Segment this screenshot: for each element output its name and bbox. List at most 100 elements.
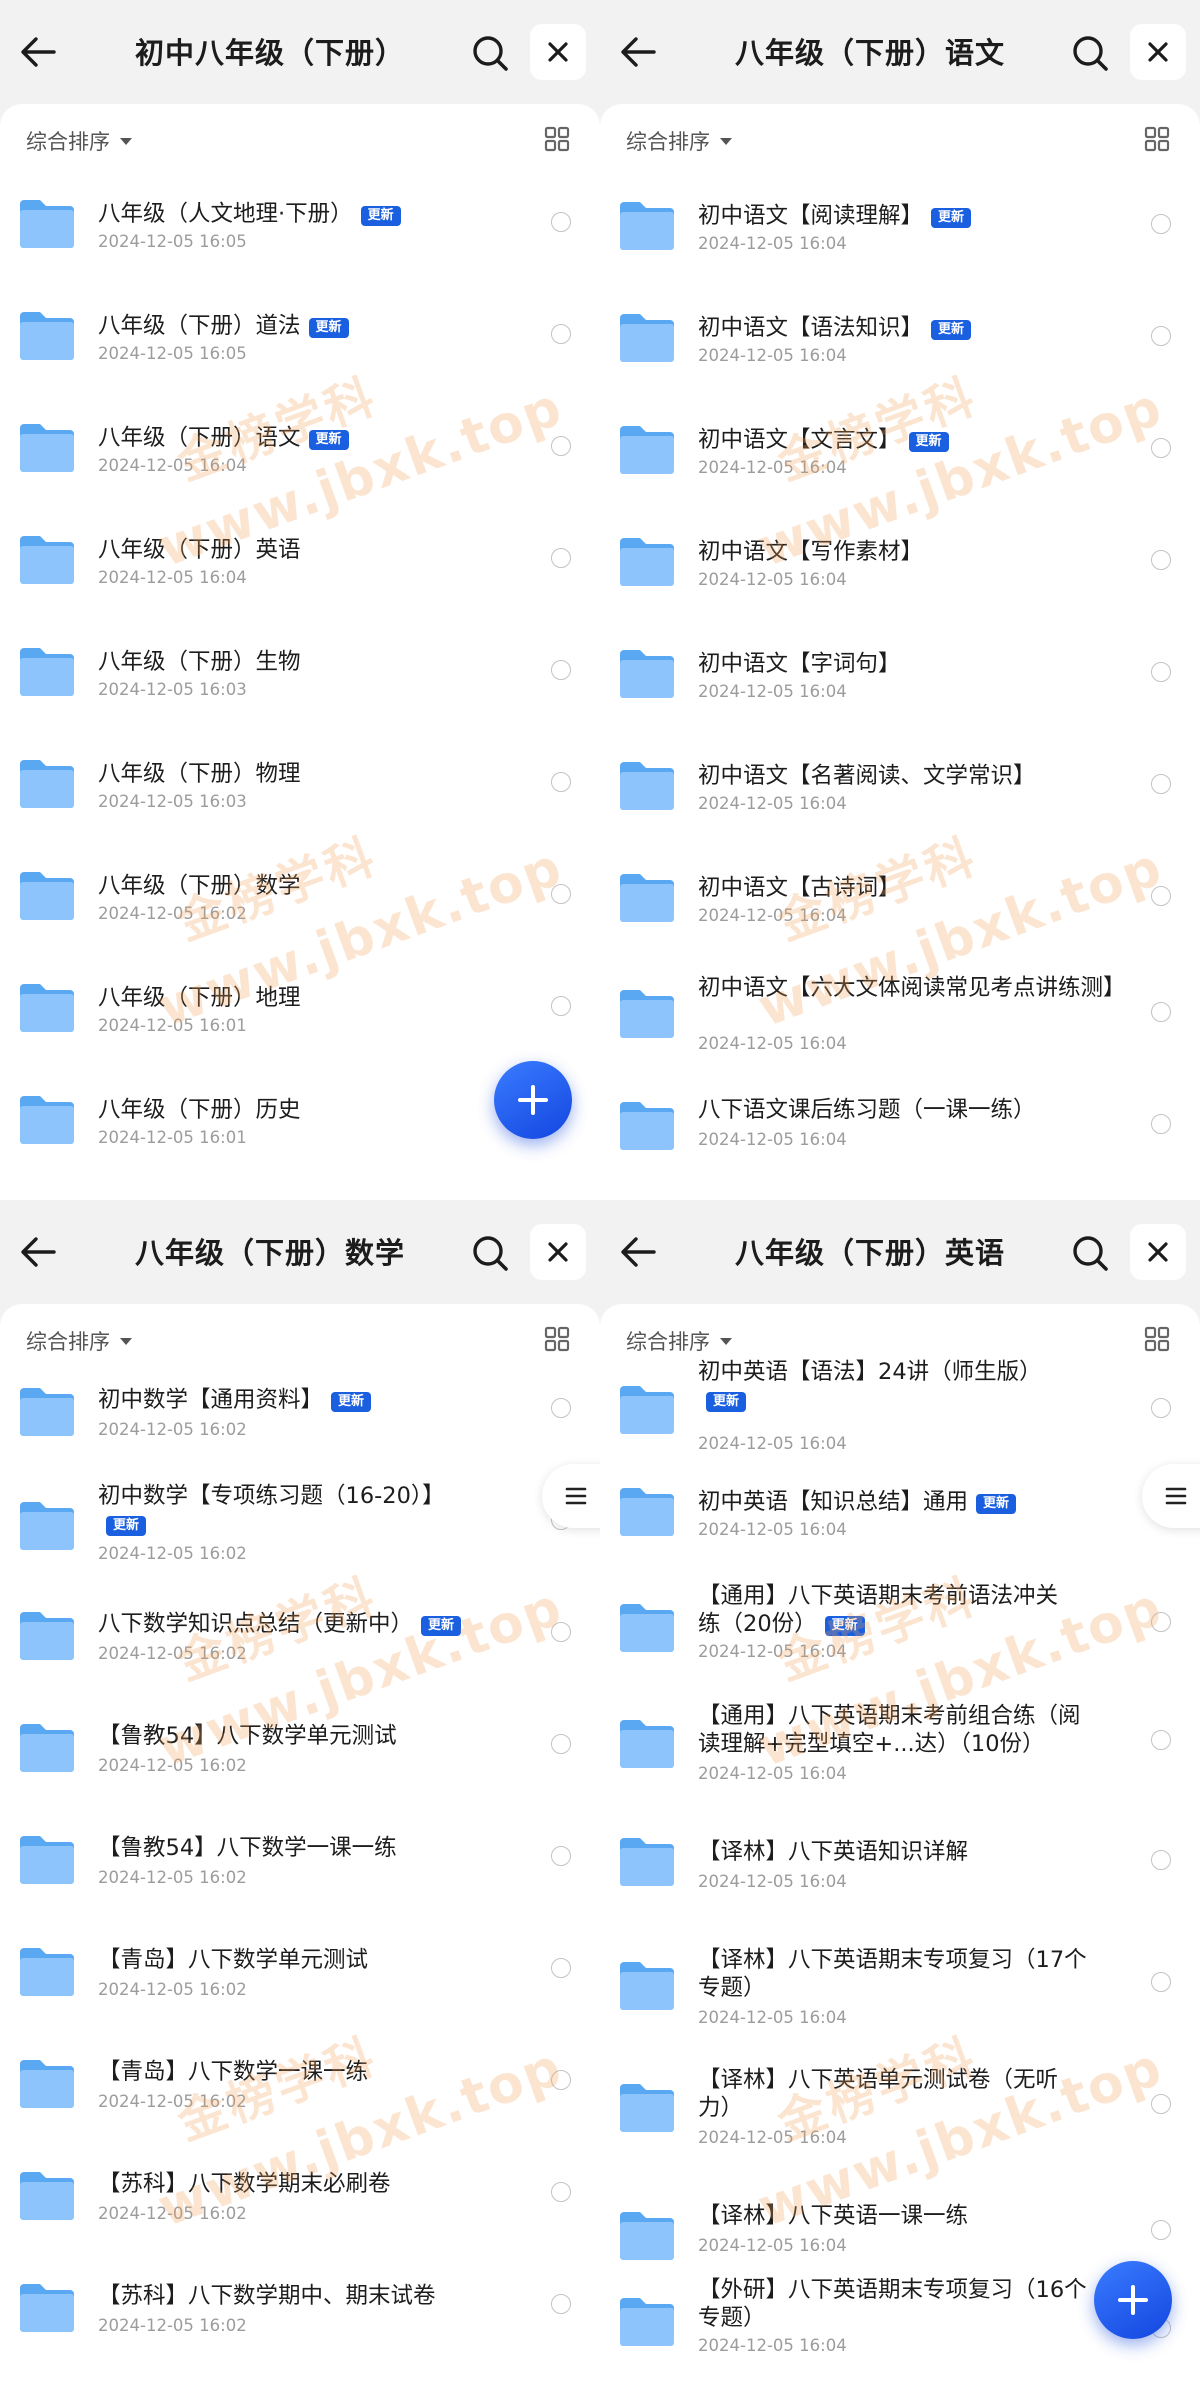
list-item[interactable]: 【译林】八下英语期末专项复习（17个专题） 2024-12-05 16:04 (600, 1908, 1200, 2027)
sort-dropdown[interactable]: 综合排序 (626, 126, 710, 156)
item-name: 八年级（下册）地理 (98, 984, 538, 1012)
list-item[interactable]: 【译林】八下英语单元测试卷（无听力） 2024-12-05 16:04 (600, 2020, 1200, 2147)
select-radio[interactable] (551, 212, 571, 232)
list-item[interactable]: 【通用】八下英语期末考前组合练（阅读理解+完型填空+...达）（10份） 202… (600, 1684, 1200, 1796)
list-item[interactable]: 初中语文【阅读理解】 更新 2024-12-05 16:04 (600, 180, 1200, 292)
select-radio[interactable] (551, 324, 571, 344)
list-item[interactable]: 【苏科】八下数学期末必刷卷 2024-12-05 16:02 (0, 2140, 600, 2252)
list-item[interactable]: 【译林】八下英语知识详解 2024-12-05 16:04 (600, 1796, 1200, 1908)
back-arrow-icon[interactable] (18, 1234, 58, 1270)
select-radio[interactable] (1151, 886, 1171, 906)
select-radio[interactable] (1151, 1398, 1171, 1418)
select-radio[interactable] (551, 2182, 571, 2202)
list-item[interactable]: 八下语文课后练习题（一课一练） 2024-12-05 16:04 (600, 1076, 1200, 1188)
list-item[interactable]: 八年级（人文地理·下册） 更新 2024-12-05 16:05 (0, 180, 600, 292)
list-item[interactable]: 【青岛】八下数学一课一练 2024-12-05 16:02 (0, 2028, 600, 2140)
list-item[interactable]: 八年级（下册）物理 2024-12-05 16:03 (0, 740, 600, 852)
add-button[interactable] (1094, 2261, 1172, 2339)
select-radio[interactable] (551, 1734, 571, 1754)
select-radio[interactable] (1151, 1114, 1171, 1134)
caret-down-icon[interactable] (720, 138, 732, 145)
back-arrow-icon[interactable] (618, 34, 658, 70)
item-date: 2024-12-05 16:02 (98, 2316, 247, 2335)
list-item[interactable]: 八下数学知识点总结（更新中） 更新 2024-12-05 16:02 (0, 1580, 600, 1692)
list-item[interactable]: 初中语文【语法知识】 更新 2024-12-05 16:04 (600, 292, 1200, 404)
select-radio[interactable] (551, 436, 571, 456)
list-item[interactable]: 初中语文【文言文】 更新 2024-12-05 16:04 (600, 404, 1200, 516)
select-radio[interactable] (551, 660, 571, 680)
list-item[interactable]: 【苏科】八下数学期中、期末试卷 2024-12-05 16:02 (0, 2252, 600, 2364)
grid-view-icon[interactable] (544, 126, 570, 152)
list-item[interactable]: 初中语文【古诗词】 2024-12-05 16:04 (600, 852, 1200, 964)
close-button[interactable] (530, 24, 586, 80)
list-item[interactable]: 初中语文【写作素材】 2024-12-05 16:04 (600, 516, 1200, 628)
item-name-text: 八年级（下册）英语 (98, 537, 301, 563)
list-item[interactable]: 八年级（下册）生物 2024-12-05 16:03 (0, 628, 600, 740)
list-item[interactable]: 初中英语【知识总结】通用 更新 2024-12-05 16:04 (600, 1460, 1200, 1572)
select-radio[interactable] (551, 2070, 571, 2090)
side-menu-handle[interactable] (542, 1464, 600, 1528)
close-button[interactable] (1130, 24, 1186, 80)
select-radio[interactable] (1151, 1612, 1171, 1632)
list-item[interactable]: 八年级（下册）数学 2024-12-05 16:02 (0, 852, 600, 964)
grid-view-icon[interactable] (544, 1326, 570, 1352)
select-radio[interactable] (551, 2294, 571, 2314)
select-radio[interactable] (551, 1622, 571, 1642)
select-radio[interactable] (551, 1958, 571, 1978)
select-radio[interactable] (1151, 2094, 1171, 2114)
select-radio[interactable] (1151, 1850, 1171, 1870)
list-item[interactable]: 初中数学【通用资料】 更新 2024-12-05 16:02 (0, 1356, 600, 1468)
search-icon[interactable] (470, 33, 510, 73)
close-button[interactable] (530, 1224, 586, 1280)
select-radio[interactable] (1151, 1730, 1171, 1750)
list-item[interactable]: 【译林】八下英语一课一练 2024-12-05 16:04 (600, 2132, 1200, 2260)
search-icon[interactable] (470, 1233, 510, 1273)
back-arrow-icon[interactable] (618, 1234, 658, 1270)
side-menu-handle[interactable] (1142, 1464, 1200, 1528)
grid-view-icon[interactable] (1144, 126, 1170, 152)
list-item[interactable]: 初中语文【字词句】 2024-12-05 16:04 (600, 628, 1200, 740)
select-radio[interactable] (1151, 2220, 1171, 2240)
list-item[interactable]: 【鲁教54】八下数学单元测试 2024-12-05 16:02 (0, 1692, 600, 1804)
select-radio[interactable] (551, 884, 571, 904)
select-radio[interactable] (1151, 214, 1171, 234)
folder-icon (620, 2298, 674, 2346)
caret-down-icon[interactable] (120, 138, 132, 145)
item-name: 初中数学【通用资料】 更新 (98, 1386, 538, 1414)
select-radio[interactable] (551, 1846, 571, 1866)
sort-dropdown[interactable]: 综合排序 (26, 126, 110, 156)
list-item[interactable]: 【青岛】八下数学单元测试 2024-12-05 16:02 (0, 1916, 600, 2028)
select-radio[interactable] (551, 548, 571, 568)
search-icon[interactable] (1070, 1233, 1110, 1273)
select-radio[interactable] (551, 1398, 571, 1418)
select-radio[interactable] (1151, 1972, 1171, 1992)
list-item[interactable]: 初中数学【专项练习题（16-20）】更新 2024-12-05 16:02 (0, 1468, 600, 1580)
plus-icon (518, 1085, 548, 1115)
add-button[interactable] (494, 1061, 572, 1139)
item-name: 八年级（下册）道法 更新 (98, 312, 538, 340)
select-radio[interactable] (1151, 550, 1171, 570)
list-item[interactable]: 八年级（下册）语文 更新 2024-12-05 16:04 (0, 404, 600, 516)
list-item[interactable]: 八年级（下册）英语 2024-12-05 16:04 (0, 516, 600, 628)
update-badge: 更新 (308, 430, 349, 450)
select-radio[interactable] (1151, 1002, 1171, 1022)
list-item[interactable]: 初中语文【六大文体阅读常见考点讲练测】 2024-12-05 16:04 (600, 964, 1200, 1076)
sort-dropdown[interactable]: 综合排序 (26, 1326, 110, 1356)
select-radio[interactable] (551, 772, 571, 792)
caret-down-icon[interactable] (120, 1338, 132, 1345)
select-radio[interactable] (1151, 326, 1171, 346)
list-item[interactable]: 【通用】八下英语期末考前语法冲关练（20份） 更新 2024-12-05 16:0… (600, 1572, 1200, 1684)
select-radio[interactable] (1151, 662, 1171, 682)
list-item[interactable]: 八年级（下册）地理 2024-12-05 16:01 (0, 964, 600, 1076)
list-item[interactable]: 八年级（下册）道法 更新 2024-12-05 16:05 (0, 292, 600, 404)
select-radio[interactable] (1151, 438, 1171, 458)
list-item[interactable]: 初中英语【语法】24讲（师生版） 更新 2024-12-05 16:04 (600, 1344, 1200, 1456)
select-radio[interactable] (551, 996, 571, 1016)
back-arrow-icon[interactable] (18, 34, 58, 70)
close-button[interactable] (1130, 1224, 1186, 1280)
list-item[interactable]: 初中语文【名著阅读、文学常识】 2024-12-05 16:04 (600, 740, 1200, 852)
search-icon[interactable] (1070, 33, 1110, 73)
list-item[interactable]: 【鲁教54】八下数学一课一练 2024-12-05 16:02 (0, 1804, 600, 1916)
select-radio[interactable] (1151, 774, 1171, 794)
item-name-text: 八年级（下册）物理 (98, 761, 301, 787)
